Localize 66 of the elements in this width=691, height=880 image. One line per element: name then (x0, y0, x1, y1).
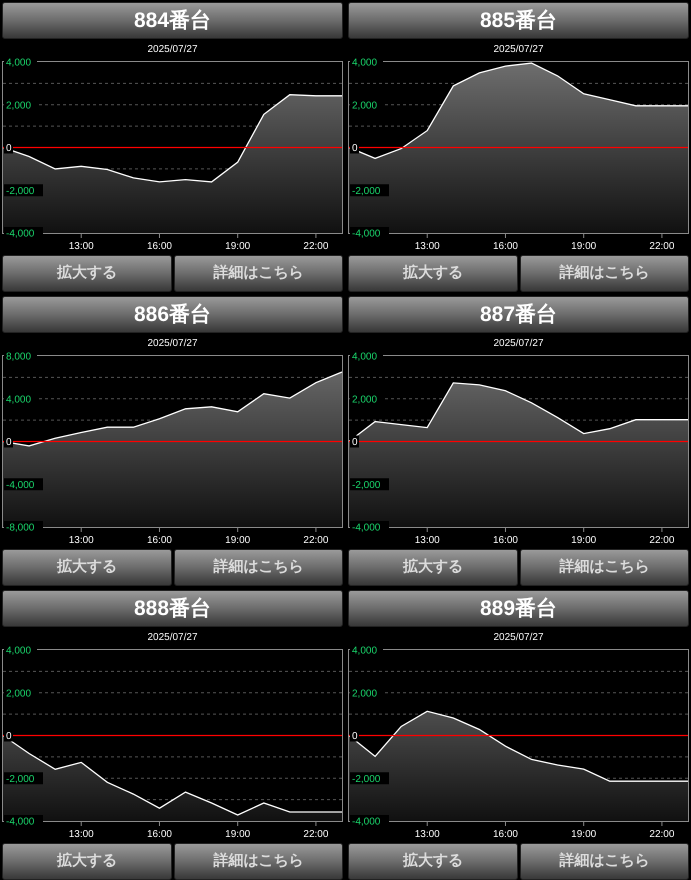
x-axis-label: 16:00 (146, 535, 172, 546)
y-axis-label: 0 (6, 143, 12, 154)
x-axis-label: 16:00 (492, 829, 518, 840)
panel-title: 889番台 (348, 590, 689, 627)
y-axis-label: 2,000 (352, 394, 378, 406)
x-axis-label: 19:00 (225, 829, 250, 840)
y-axis-label: -4,000 (352, 228, 380, 240)
x-axis-label: 16:00 (492, 535, 518, 546)
x-axis-label: 22:00 (303, 241, 328, 252)
chart-title: 2025/07/27 (493, 337, 544, 351)
panel-title: 887番台 (348, 296, 689, 333)
x-axis-label: 19:00 (571, 829, 596, 840)
y-axis-label: -2,000 (6, 186, 34, 197)
y-axis-label: -4,000 (6, 816, 34, 828)
x-axis-label: 22:00 (303, 829, 328, 840)
y-axis-label: -4,000 (6, 480, 34, 491)
x-axis-label: 13:00 (414, 829, 440, 840)
x-axis-label: 22:00 (649, 535, 674, 546)
x-axis-label: 16:00 (492, 241, 518, 252)
y-axis-label: -2,000 (352, 480, 380, 491)
panel-title: 888番台 (2, 590, 343, 627)
x-axis-label: 19:00 (571, 241, 596, 252)
chart-title: 2025/07/27 (493, 43, 544, 57)
y-axis-label: 4,000 (352, 352, 378, 362)
x-axis-label: 16:00 (146, 241, 172, 252)
x-axis-label: 19:00 (571, 535, 596, 546)
chart-title: 2025/07/27 (147, 631, 198, 645)
y-axis-label: -2,000 (352, 774, 380, 785)
panel-title: 885番台 (348, 2, 689, 39)
x-axis-label: 19:00 (225, 241, 250, 252)
x-axis-label: 19:00 (225, 535, 250, 546)
y-axis-label: 2,000 (6, 100, 32, 112)
x-axis-label: 22:00 (649, 829, 674, 840)
y-axis-label: 0 (6, 731, 12, 742)
y-axis-label: 0 (352, 437, 358, 448)
chart-title: 2025/07/27 (147, 337, 198, 351)
y-axis-label: -8,000 (6, 522, 34, 534)
y-axis-label: 2,000 (6, 688, 32, 700)
y-axis-label: 0 (352, 143, 358, 154)
y-axis-label: 4,000 (352, 646, 378, 656)
y-axis-label: 4,000 (6, 58, 32, 68)
panel-title: 884番台 (2, 2, 343, 39)
x-axis-label: 22:00 (303, 535, 328, 546)
y-axis-label: -4,000 (352, 816, 380, 828)
x-axis-label: 13:00 (68, 241, 94, 252)
chart-title: 2025/07/27 (493, 631, 544, 645)
y-axis-label: 0 (352, 731, 358, 742)
x-axis-label: 22:00 (649, 241, 674, 252)
y-axis-label: -2,000 (6, 774, 34, 785)
y-axis-label: 0 (6, 437, 12, 448)
x-axis-label: 13:00 (68, 535, 94, 546)
y-axis-label: 2,000 (352, 100, 378, 112)
y-axis-label: -2,000 (352, 186, 380, 197)
y-axis-label: 2,000 (352, 688, 378, 700)
y-axis-label: -4,000 (6, 228, 34, 240)
x-axis-label: 13:00 (414, 535, 440, 546)
y-axis-label: 4,000 (6, 646, 32, 656)
x-axis-label: 13:00 (68, 829, 94, 840)
y-axis-label: 8,000 (6, 352, 32, 362)
y-axis-label: 4,000 (6, 394, 32, 406)
panel-title: 886番台 (2, 296, 343, 333)
y-axis-label: 4,000 (352, 58, 378, 68)
chart-title: 2025/07/27 (147, 43, 198, 57)
x-axis-label: 16:00 (146, 829, 172, 840)
y-axis-label: -4,000 (352, 522, 380, 534)
x-axis-label: 13:00 (414, 241, 440, 252)
